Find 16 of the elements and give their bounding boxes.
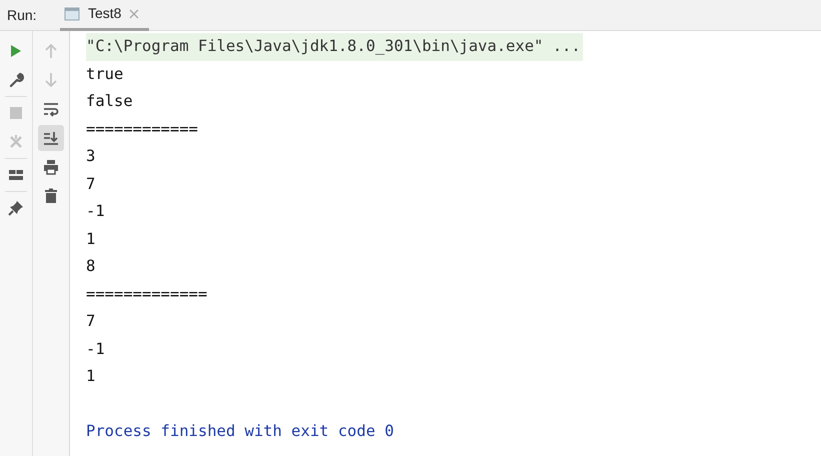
output-line: 1 bbox=[86, 366, 96, 387]
output-line: 8 bbox=[86, 256, 96, 277]
output-line: ============= bbox=[86, 284, 208, 304]
run-label: Run: bbox=[6, 6, 38, 24]
output-line: 7 bbox=[86, 174, 96, 194]
output-line: 7 bbox=[86, 311, 96, 332]
output-line: -1 bbox=[86, 338, 106, 360]
exit-message: Process finished with exit code 0 bbox=[86, 421, 395, 442]
output-line: -1 bbox=[86, 201, 106, 222]
output-line: false bbox=[86, 91, 134, 112]
output-line: 1 bbox=[86, 228, 96, 250]
console-icon bbox=[64, 6, 80, 20]
output-line: ============ bbox=[86, 118, 199, 140]
output-line: true bbox=[86, 64, 124, 84]
scroll-end-icon[interactable] bbox=[38, 125, 64, 151]
output-line: 3 bbox=[86, 146, 96, 167]
